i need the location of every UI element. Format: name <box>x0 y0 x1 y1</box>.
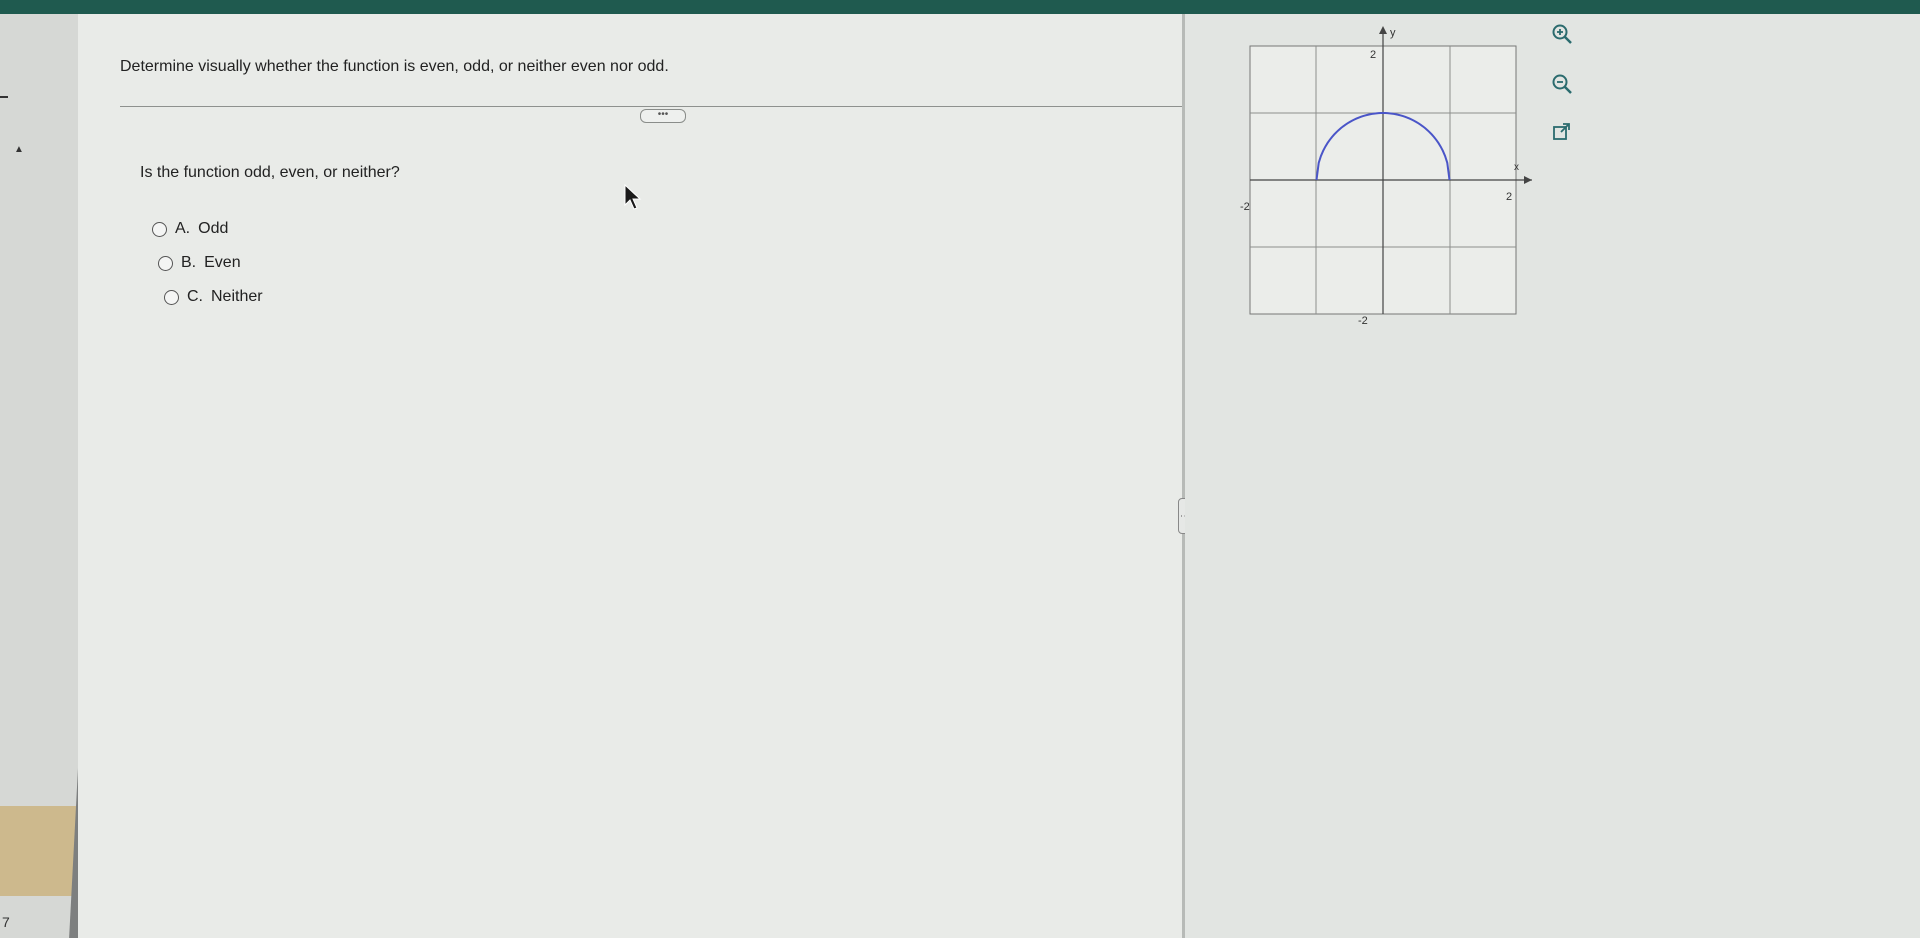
question-divider <box>120 106 1234 107</box>
option-b-letter: B. <box>181 254 197 271</box>
option-c-letter: C. <box>187 288 203 305</box>
page-marker: 7 <box>2 914 10 930</box>
option-b[interactable]: B. Even <box>158 254 241 272</box>
option-c[interactable]: C. Neither <box>164 288 263 306</box>
y-axis-arrow <box>1379 26 1387 34</box>
option-b-radio[interactable] <box>158 255 173 271</box>
left-rail: ▲ 7 <box>0 14 150 938</box>
question-pane: Determine visually whether the function … <box>78 14 1234 938</box>
option-a-letter: A. <box>175 220 191 237</box>
function-graph: x y 2 -2 2 -2 <box>1240 26 1532 324</box>
option-c-radio[interactable] <box>164 289 179 305</box>
y-tick-positive: 2 <box>1370 49 1376 61</box>
question-instruction: Determine visually whether the function … <box>120 58 669 75</box>
option-b-label: Even <box>204 254 241 271</box>
option-a-radio[interactable] <box>152 221 167 237</box>
y-tick-negative: -2 <box>1358 315 1368 324</box>
question-prompt: Is the function odd, even, or neither? <box>140 164 400 181</box>
option-c-label: Neither <box>211 288 263 305</box>
option-a-label: Odd <box>198 220 229 237</box>
rail-dash <box>0 96 8 98</box>
zoom-out-icon[interactable] <box>1548 70 1576 98</box>
option-a[interactable]: A. Odd <box>152 220 228 238</box>
external-link-icon[interactable] <box>1548 118 1576 146</box>
expand-more-button[interactable]: ••• <box>640 109 686 123</box>
y-axis-label: y <box>1390 27 1396 39</box>
mouse-cursor-icon <box>624 183 642 215</box>
x-axis-label: x <box>1514 162 1519 173</box>
x-tick-positive: 2 <box>1506 191 1512 203</box>
x-tick-negative: -2 <box>1240 201 1250 213</box>
zoom-in-icon[interactable] <box>1548 20 1576 48</box>
x-axis-arrow <box>1524 176 1532 184</box>
collapse-arrow-icon[interactable]: ▲ <box>14 144 24 155</box>
top-bar <box>0 0 1920 14</box>
